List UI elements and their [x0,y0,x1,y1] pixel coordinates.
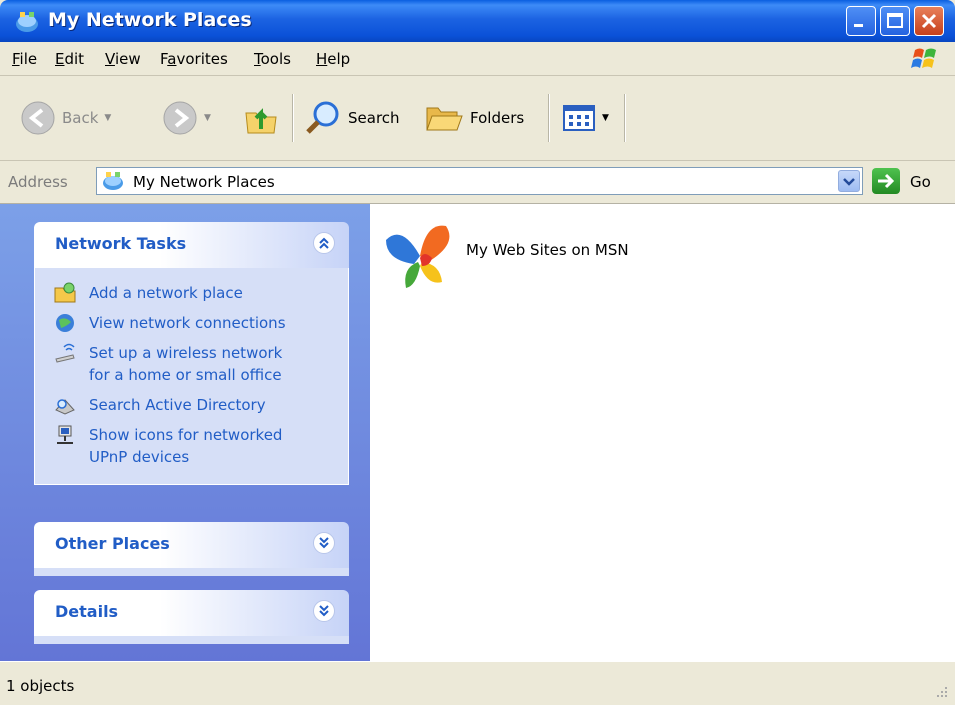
address-value: My Network Places [133,173,275,191]
go-button[interactable] [872,168,900,194]
network-places-icon [103,172,123,190]
folders-icon [426,107,463,131]
menu-help[interactable]: Help [316,50,350,68]
chevron-down-icon [843,178,855,186]
windows-logo-icon [911,48,936,68]
title-bar[interactable]: My Network Places [0,0,955,42]
address-label: Address [8,173,68,191]
window-title: My Network Places [48,9,252,31]
menu-edit[interactable]: Edit [55,50,84,68]
status-bar: 1 objects [0,661,955,705]
back-arrow-icon [21,101,55,135]
folders-button[interactable]: Folders [424,98,524,138]
minimize-button[interactable] [846,6,876,36]
menu-tools[interactable]: Tools [254,50,291,68]
maximize-icon [887,13,903,28]
back-button[interactable]: Back ▼ [20,98,111,138]
chevron-down-icon [319,605,329,617]
go-label[interactable]: Go [910,173,931,191]
resize-grip-icon[interactable] [935,685,949,699]
chevron-down-icon [319,537,329,549]
views-dropdown-icon[interactable]: ▼ [602,113,609,123]
close-icon [921,13,937,29]
up-folder-button[interactable] [242,98,280,138]
details-group: Details [34,590,349,644]
other-places-title: Other Places [55,534,170,553]
chevron-up-icon [319,237,329,249]
task-view-network-connections[interactable]: View network connections [35,308,348,338]
menu-bar: File Edit View Favorites Tools Help [0,42,955,76]
group-footer [34,568,349,576]
file-list-area[interactable]: My Web Sites on MSN [370,204,955,661]
group-footer [34,636,349,644]
close-button[interactable] [914,6,944,36]
other-places-group: Other Places [34,522,349,576]
task-pane: Network Tasks Add a network place View n… [0,204,370,661]
search-icon [306,101,339,134]
network-tasks-group: Network Tasks Add a network place View n… [34,222,349,485]
status-text: 1 objects [6,677,75,695]
network-connections-icon [56,314,74,332]
add-network-place-icon [54,282,76,303]
back-dropdown-icon[interactable]: ▼ [104,113,111,123]
explorer-window: My Network Places File Edit View Favorit… [0,0,955,705]
minimize-icon [854,24,863,27]
network-places-icon [16,12,38,32]
expand-button[interactable] [313,532,335,554]
menu-favorites[interactable]: Favorites [160,50,228,68]
address-input[interactable]: My Network Places [96,167,863,195]
collapse-button[interactable] [313,232,335,254]
maximize-button[interactable] [880,6,910,36]
search-directory-icon [55,399,75,415]
menu-file[interactable]: File [12,50,37,68]
forward-arrow-icon [163,101,197,135]
toolbar-separator [548,94,549,142]
task-search-active-directory[interactable]: Search Active Directory [35,390,348,420]
up-folder-icon [245,108,277,134]
item-label: My Web Sites on MSN [466,241,629,259]
task-add-network-place[interactable]: Add a network place [35,278,348,308]
details-header[interactable]: Details [34,590,349,636]
address-bar: Address My Network Places Go [0,161,955,204]
forward-dropdown-icon[interactable]: ▼ [204,113,211,123]
details-title: Details [55,602,119,621]
address-dropdown-button[interactable] [838,170,860,192]
network-tasks-title: Network Tasks [55,234,187,253]
other-places-header[interactable]: Other Places [34,522,349,568]
go-arrow-icon [878,173,895,189]
expand-button[interactable] [313,600,335,622]
toolbar-separator [292,94,293,142]
forward-button[interactable]: ▼ [162,98,211,138]
standard-toolbar: Back ▼ ▼ Search Folders ▼ [0,76,955,161]
toolbar-separator [624,94,625,142]
msn-butterfly-icon [386,225,450,288]
wireless-network-icon [55,343,75,363]
views-button[interactable]: ▼ [562,98,609,138]
task-setup-wireless[interactable]: Set up a wireless network for a home or … [35,338,348,390]
search-button[interactable]: Search [304,98,400,138]
views-icon [563,105,595,131]
network-tasks-header[interactable]: Network Tasks [34,222,349,268]
upnp-devices-icon [57,425,73,444]
menu-view[interactable]: View [105,50,141,68]
task-show-upnp-icons[interactable]: Show icons for networked UPnP devices [35,420,348,472]
network-tasks-list: Add a network place View network connect… [34,268,349,485]
